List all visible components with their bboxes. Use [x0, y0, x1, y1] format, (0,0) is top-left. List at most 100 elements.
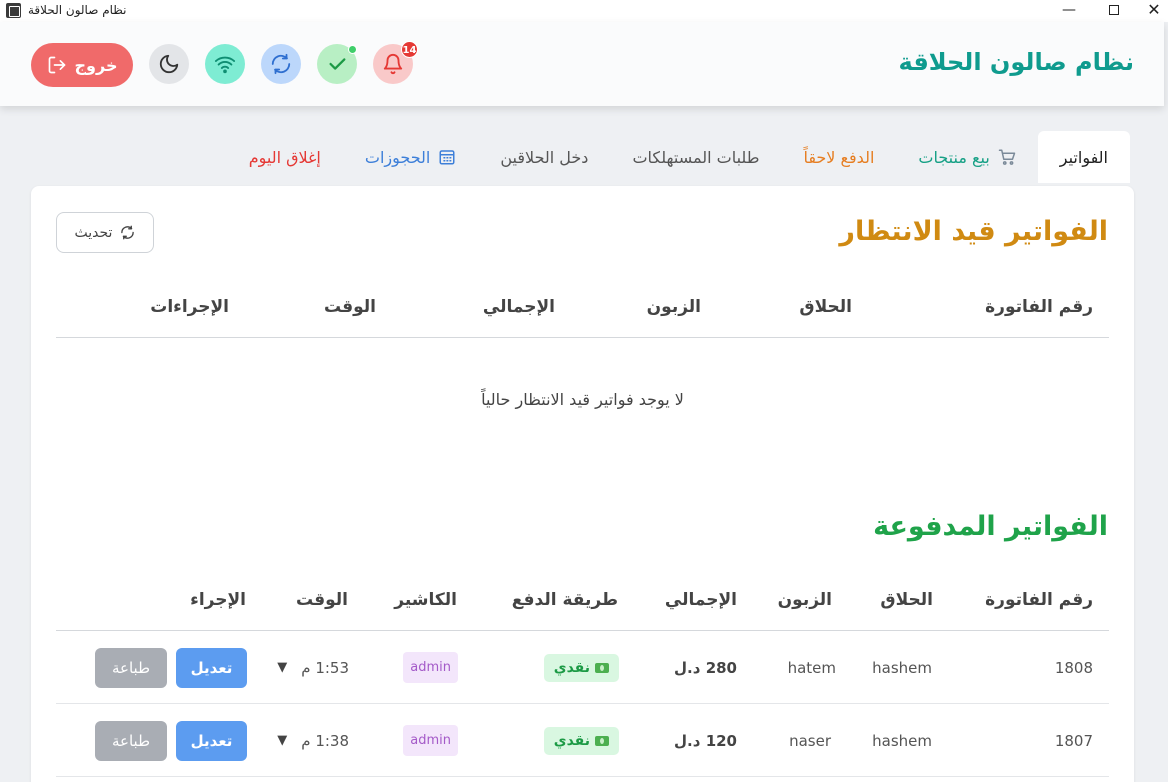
cash-icon	[595, 662, 609, 673]
customer-name: hatem	[787, 658, 836, 677]
invoices-panel: الفواتير قيد الانتظار تحديث رقم الفاتورة…	[31, 186, 1134, 782]
wifi-icon	[214, 56, 236, 74]
payment-method: نقدي	[543, 704, 619, 777]
row-actions: تعديل	[176, 631, 247, 704]
tab-consumables-requests[interactable]: طلبات المستهلكات	[610, 131, 781, 183]
edit-button[interactable]: تعديل	[176, 720, 247, 761]
wifi-status-button[interactable]	[205, 44, 245, 84]
paid-table-header: رقم الفاتورة الحلاق الزبون الإجمالي طريق…	[56, 579, 1109, 631]
cashier-badge: admin	[403, 725, 458, 756]
column-header: الزبون	[777, 590, 832, 610]
refresh-label: تحديث	[74, 224, 113, 241]
column-header: الحلاق	[799, 297, 852, 317]
calendar-icon	[439, 150, 455, 165]
barber-name: hashem	[872, 731, 932, 750]
refresh-button[interactable]: تحديث	[56, 212, 154, 253]
cash-icon	[595, 735, 609, 746]
row-actions: تعديل	[176, 704, 247, 777]
invoice-total: 120 د.ل	[674, 731, 737, 750]
main-tabs: الفواتير بيع منتجات الدفع لاحقاً طلبات ا…	[227, 131, 1130, 183]
table-row: 1807 hashem naser 120 د.ل نقدي admin 1:3…	[56, 704, 1109, 777]
column-header: الإجمالي	[664, 590, 737, 610]
column-header: الوقت	[296, 590, 348, 610]
moon-icon	[159, 54, 179, 74]
time-value: 1:38 م	[301, 731, 349, 750]
paid-invoices-title: الفواتير المدفوعة	[873, 511, 1108, 542]
payment-method: نقدي	[543, 631, 619, 704]
tab-label: الدفع لاحقاً	[803, 147, 875, 167]
invoice-time[interactable]: 1:38 م ▼	[277, 704, 349, 777]
pending-invoices-title: الفواتير قيد الانتظار	[839, 216, 1108, 247]
bell-icon	[383, 54, 403, 75]
logout-label: خروج	[74, 55, 118, 75]
expand-caret-icon[interactable]: ▼	[277, 660, 287, 675]
tab-close-day[interactable]: إغلاق اليوم	[227, 131, 343, 183]
expand-caret-icon[interactable]: ▼	[277, 733, 287, 748]
online-status-dot	[348, 45, 357, 54]
cashier-badge: admin	[403, 652, 458, 683]
dark-mode-toggle[interactable]	[149, 44, 189, 84]
app-icon	[6, 3, 21, 18]
tab-label: دخل الحلاقين	[500, 147, 589, 167]
app-header: نظام صالون الحلاقة 14 خروج	[0, 22, 1164, 106]
tab-label: إغلاق اليوم	[248, 147, 321, 167]
sync-icon	[271, 53, 291, 75]
cashier: admin	[403, 631, 458, 704]
column-header: طريقة الدفع	[511, 590, 618, 610]
app-brand-title: نظام صالون الحلاقة	[898, 48, 1134, 76]
minimize-button[interactable]: —	[1049, 0, 1089, 22]
empty-state-message: لا يوجد فواتير قيد الانتظار حالياً	[481, 390, 684, 409]
column-header: الحلاق	[880, 590, 933, 610]
window-title: نظام صالون الحلاقة	[28, 3, 127, 17]
print-button[interactable]: طباعة	[95, 647, 167, 688]
tab-bookings[interactable]: الحجوزات	[343, 131, 478, 183]
refresh-icon	[121, 225, 135, 240]
tab-pay-later[interactable]: الدفع لاحقاً	[781, 131, 896, 183]
row-actions-print: طباعة	[95, 631, 167, 704]
column-header: رقم الفاتورة	[985, 590, 1093, 610]
logout-button[interactable]: خروج	[31, 43, 133, 87]
close-button[interactable]: ✕	[1134, 0, 1168, 22]
tab-barbers-income[interactable]: دخل الحلاقين	[478, 131, 610, 183]
payment-method-badge: نقدي	[543, 726, 619, 755]
check-icon	[329, 58, 346, 70]
tab-label: الفواتير	[1059, 147, 1108, 167]
tab-label: الحجوزات	[364, 147, 431, 167]
tab-label: طلبات المستهلكات	[632, 147, 760, 167]
customer-name: naser	[789, 731, 831, 750]
notification-count-badge: 14	[401, 41, 418, 58]
pending-table-header: رقم الفاتورة الحلاق الزبون الإجمالي الوق…	[56, 286, 1109, 338]
logout-icon	[48, 56, 65, 74]
tab-label: بيع منتجات	[918, 147, 990, 167]
column-header: رقم الفاتورة	[985, 297, 1093, 317]
print-button[interactable]: طباعة	[95, 720, 167, 761]
payment-method-label: نقدي	[553, 732, 590, 749]
payment-method-badge: نقدي	[543, 653, 619, 682]
barber-name: hashem	[872, 658, 932, 677]
column-header: الإجراء	[190, 590, 246, 610]
tab-invoices[interactable]: الفواتير	[1037, 131, 1130, 183]
invoice-number: 1807	[1054, 731, 1093, 750]
row-actions-print: طباعة	[95, 704, 167, 777]
edit-button[interactable]: تعديل	[176, 647, 247, 688]
status-check-button[interactable]	[317, 44, 357, 84]
maximize-icon	[1109, 5, 1119, 15]
notifications-button[interactable]: 14	[373, 41, 418, 84]
column-header: الزبون	[646, 297, 701, 317]
invoice-time[interactable]: 1:53 م ▼	[277, 631, 349, 704]
column-header: الكاشير	[394, 590, 457, 610]
maximize-button[interactable]	[1094, 0, 1134, 22]
invoice-total: 280 د.ل	[674, 658, 737, 677]
cart-icon	[998, 149, 1016, 165]
invoice-number: 1808	[1054, 658, 1093, 677]
sync-button[interactable]	[261, 44, 301, 84]
table-row: 1808 hashem hatem 280 د.ل نقدي admin 1:5…	[56, 631, 1109, 704]
window-titlebar: نظام صالون الحلاقة — ✕	[0, 0, 1168, 22]
payment-method-label: نقدي	[553, 659, 590, 676]
column-header: الإجمالي	[482, 297, 555, 317]
cashier: admin	[403, 704, 458, 777]
column-header: الإجراءات	[150, 297, 229, 317]
time-value: 1:53 م	[301, 658, 349, 677]
tab-sell-products[interactable]: بيع منتجات	[896, 131, 1037, 183]
column-header: الوقت	[324, 297, 376, 317]
